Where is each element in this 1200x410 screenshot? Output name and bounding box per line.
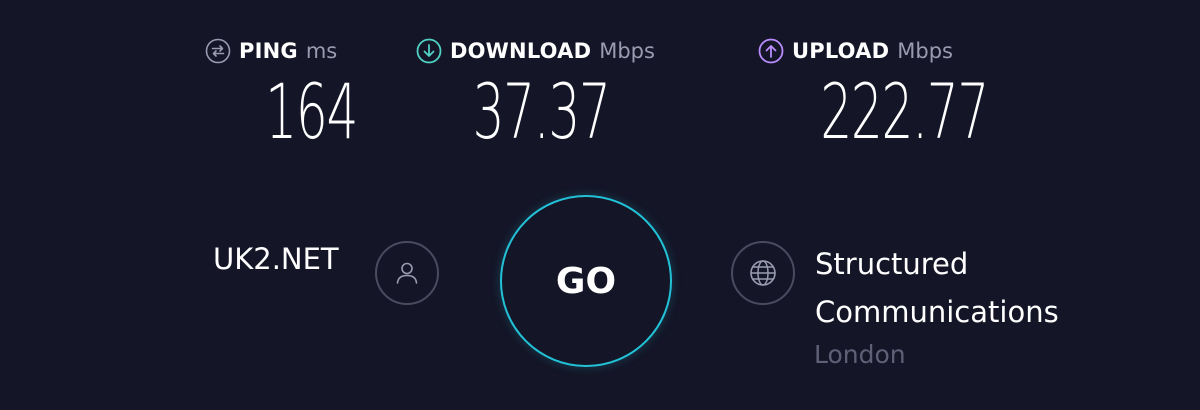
upload-header: UPLOAD Mbps [758, 36, 988, 66]
go-button[interactable]: GO [500, 195, 672, 367]
server-name[interactable]: Structured Communications [815, 240, 1145, 336]
upload-label: UPLOAD [792, 39, 890, 63]
server-name-line1: Structured [815, 247, 969, 281]
download-header: DOWNLOAD Mbps [416, 36, 698, 66]
download-label: DOWNLOAD [450, 39, 592, 63]
ping-value: 164 [265, 67, 358, 156]
ping-unit: ms [305, 39, 338, 63]
download-arrow-icon [416, 38, 442, 64]
download-value: 37.37 [472, 67, 611, 156]
ping-icon [205, 38, 231, 64]
ping-header: PING ms [205, 36, 357, 66]
download-unit: Mbps [599, 39, 655, 63]
isp-name[interactable]: UK2.NET [213, 242, 339, 276]
server-location: London [814, 340, 906, 369]
upload-value: 222.77 [820, 67, 989, 156]
upload-metric: UPLOAD Mbps 222.77 [758, 36, 989, 150]
server-name-line2: Communications [815, 295, 1059, 329]
ping-metric: PING ms 164 [205, 36, 358, 150]
ping-label: PING [239, 39, 298, 63]
upload-unit: Mbps [897, 39, 953, 63]
upload-arrow-icon [758, 38, 784, 64]
user-icon[interactable] [375, 241, 439, 305]
speedtest-panel: PING ms 164 DOWNLOAD Mbps 37.37 UPLOAD M… [0, 0, 1200, 410]
globe-icon[interactable] [731, 241, 795, 305]
download-metric: DOWNLOAD Mbps 37.37 [416, 36, 698, 150]
